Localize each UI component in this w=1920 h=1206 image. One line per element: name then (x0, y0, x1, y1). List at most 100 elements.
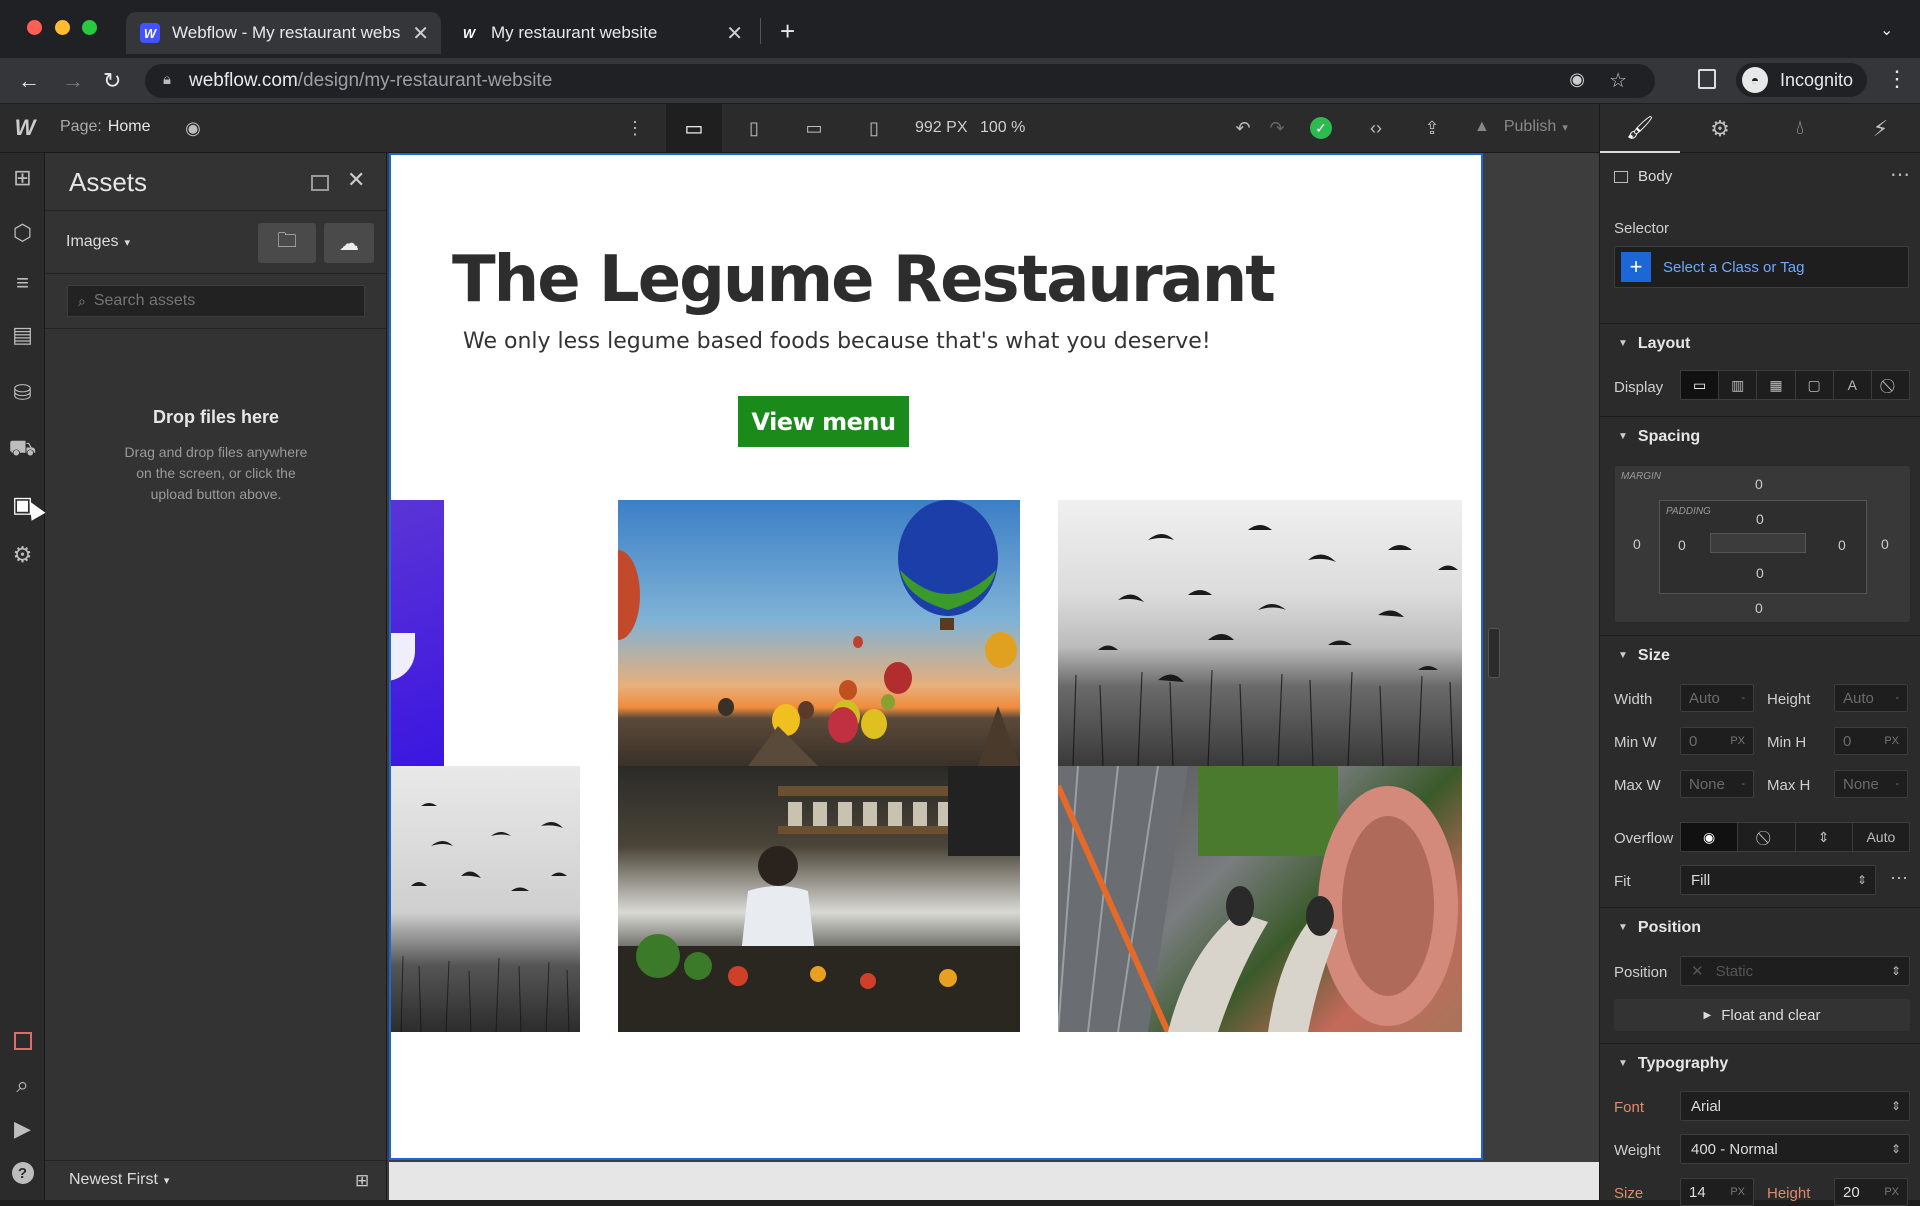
audit-icon[interactable] (0, 1021, 45, 1061)
line-height-input[interactable]: 20 PX (1834, 1178, 1908, 1206)
publish-button[interactable]: ▲ Publish ▾ (1474, 118, 1568, 136)
share-icon[interactable]: ⇪ (1416, 104, 1448, 152)
overflow-visible-eye-icon[interactable]: ◉ (1681, 823, 1739, 851)
min-height-input[interactable]: 0 PX (1834, 727, 1908, 755)
incognito-badge[interactable]: ◓ Incognito (1736, 63, 1868, 97)
tablet-breakpoint-icon[interactable]: ▯ (732, 104, 776, 152)
position-select[interactable]: ✕ Static ⇕ (1680, 956, 1910, 986)
asset-filter-dropdown[interactable]: Images ▾ (66, 233, 130, 251)
gallery-image-kitchen[interactable] (618, 766, 1020, 1032)
font-size-unit[interactable]: PX (1730, 1186, 1745, 1198)
search-assets-input[interactable] (93, 292, 334, 310)
gallery-image-birds-right[interactable] (1058, 500, 1462, 766)
display-inline-icon[interactable]: A (1834, 371, 1872, 399)
close-tab-icon[interactable]: ✕ (726, 21, 743, 46)
weight-select[interactable]: 400 - Normal ⇕ (1680, 1134, 1910, 1164)
pages-icon[interactable]: ▤ (0, 315, 45, 355)
display-none-icon[interactable]: ⃠ (1872, 371, 1909, 399)
sort-dropdown[interactable]: Newest First ▾ (69, 1171, 169, 1189)
eye-slash-icon[interactable]: ◉ (1569, 69, 1585, 90)
style-manager-drops-icon[interactable]: 💧︎ (1760, 104, 1840, 153)
gallery-image-skyscraper-feet[interactable] (1058, 766, 1462, 1032)
browser-menu-icon[interactable]: ⋮ (1886, 66, 1908, 92)
min-width-unit[interactable]: PX (1730, 735, 1745, 747)
settings-gear-icon[interactable]: ⚙ (0, 535, 45, 575)
help-icon[interactable]: ? (0, 1153, 45, 1193)
forward-icon[interactable]: → (62, 68, 84, 94)
minimize-window-button[interactable] (55, 20, 70, 35)
reload-icon[interactable]: ↻ (103, 68, 121, 94)
padding-bottom[interactable]: 0 (1756, 565, 1764, 581)
layout-section-header[interactable]: ▼ Layout (1600, 323, 1920, 363)
view-menu-button[interactable]: View menu (738, 396, 909, 447)
width-unit[interactable]: - (1741, 692, 1745, 704)
min-width-input[interactable]: 0 PX (1680, 727, 1754, 755)
padding-right[interactable]: 0 (1838, 537, 1846, 553)
line-height-unit[interactable]: PX (1884, 1186, 1899, 1198)
side-panel-icon[interactable] (1698, 69, 1716, 89)
position-section-header[interactable]: ▼ Position (1600, 907, 1920, 947)
webflow-logo-icon[interactable]: W (10, 104, 40, 152)
close-window-button[interactable] (27, 20, 42, 35)
padding-box[interactable]: PADDING 0 0 0 0 (1659, 500, 1867, 594)
overflow-hidden-icon[interactable]: ⃠ (1738, 823, 1796, 851)
search-assets-field[interactable]: ⌕ (67, 285, 365, 317)
height-input[interactable]: Auto - (1834, 684, 1908, 712)
interactions-bolt-icon[interactable]: ⚡︎ (1840, 104, 1920, 153)
style-brush-icon[interactable]: 🖌︎ (1600, 104, 1680, 153)
typography-section-header[interactable]: ▼ Typography (1600, 1043, 1920, 1083)
new-tab-icon[interactable]: + (780, 16, 795, 47)
height-unit[interactable]: - (1895, 692, 1899, 704)
max-height-input[interactable]: None - (1834, 770, 1908, 798)
margin-bottom[interactable]: 0 (1755, 600, 1763, 616)
selector-field[interactable]: + Select a Class or Tag (1614, 246, 1909, 288)
display-block-icon[interactable]: ▭ (1681, 371, 1720, 399)
redo-icon[interactable]: ↷ (1262, 104, 1292, 152)
symbols-icon[interactable]: ⬡ (0, 213, 45, 253)
code-export-icon[interactable]: ‹› (1360, 104, 1392, 152)
upload-button[interactable]: ☁ (324, 223, 374, 263)
max-width-input[interactable]: None - (1680, 770, 1754, 798)
tab-search-chevron-icon[interactable]: ⌄ (1880, 20, 1893, 40)
min-height-unit[interactable]: PX (1884, 735, 1899, 747)
width-input[interactable]: Auto - (1680, 684, 1754, 712)
cms-icon[interactable]: ⛁ (0, 373, 45, 413)
gallery-image-purple[interactable] (391, 500, 444, 766)
more-options-icon[interactable]: ⋮ (620, 104, 650, 152)
margin-left[interactable]: 0 (1633, 536, 1641, 552)
overflow-auto-button[interactable]: Auto (1853, 823, 1909, 851)
spacing-section-header[interactable]: ▼ Spacing (1600, 416, 1920, 456)
font-size-input[interactable]: 14 PX (1680, 1178, 1754, 1206)
fit-select[interactable]: Fill ⇕ (1680, 865, 1876, 895)
video-tutorials-icon[interactable]: ▶ (0, 1109, 45, 1149)
margin-top[interactable]: 0 (1755, 476, 1763, 492)
close-panel-icon[interactable]: ✕ (347, 167, 365, 193)
mobile-portrait-breakpoint-icon[interactable]: ▯ (852, 104, 896, 152)
element-settings-gear-icon[interactable]: ⚙ (1680, 104, 1760, 153)
undo-icon[interactable]: ↶ (1228, 104, 1258, 152)
mobile-landscape-breakpoint-icon[interactable]: ▭ (792, 104, 836, 152)
preview-eye-icon[interactable]: ◉ (178, 104, 208, 152)
site-page-body[interactable]: The Legume Restaurant We only less legum… (389, 153, 1483, 1160)
margin-box[interactable]: MARGIN 0 0 0 0 PADDING 0 0 0 0 (1614, 465, 1911, 623)
margin-right[interactable]: 0 (1881, 536, 1889, 552)
maximize-window-button[interactable] (82, 20, 97, 35)
site-heading[interactable]: The Legume Restaurant (452, 243, 1276, 317)
search-icon[interactable]: ⌕ (0, 1065, 45, 1105)
max-width-unit[interactable]: - (1741, 778, 1745, 790)
display-grid-icon[interactable]: ▦ (1757, 371, 1796, 399)
ecommerce-cart-icon[interactable]: ⛟ (0, 429, 45, 469)
navigator-icon[interactable]: ≡ (0, 263, 45, 303)
max-height-unit[interactable]: - (1895, 778, 1899, 790)
float-and-clear-toggle[interactable]: ▶ Float and clear (1614, 999, 1910, 1031)
padding-left[interactable]: 0 (1678, 537, 1686, 553)
site-subtitle[interactable]: We only less legume based foods because … (463, 329, 1211, 354)
tab-restaurant-site[interactable]: W My restaurant website ✕ (445, 12, 755, 54)
bookmark-star-icon[interactable]: ☆ (1609, 68, 1627, 93)
add-elements-icon[interactable]: ⊞ (0, 158, 45, 198)
more-options-icon[interactable]: ⋯ (1890, 162, 1910, 187)
overflow-scroll-icon[interactable]: ⇕ (1796, 823, 1853, 851)
size-section-header[interactable]: ▼ Size (1600, 635, 1920, 675)
grid-view-icon[interactable]: ⊞ (355, 1171, 369, 1191)
close-tab-icon[interactable]: ✕ (412, 21, 429, 46)
